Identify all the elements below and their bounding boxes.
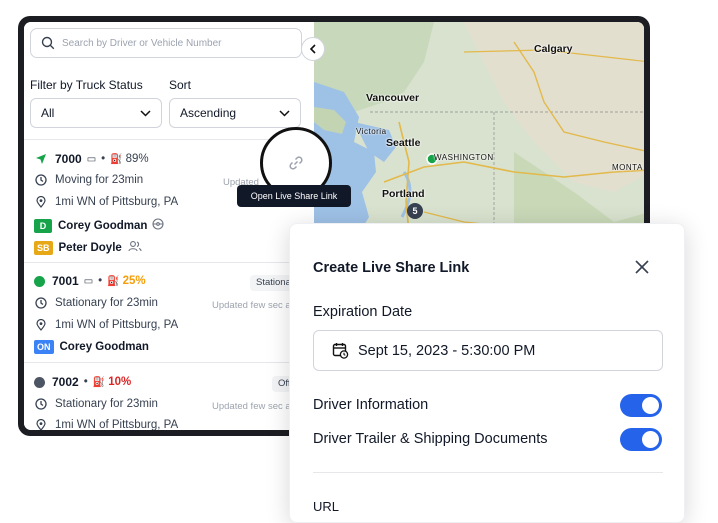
create-live-share-link-modal: Create Live Share Link Expiration Date S…	[289, 223, 685, 523]
trailer-icon: ▭	[83, 275, 94, 287]
truck-number: 7001	[52, 274, 79, 288]
truck-number: 7000	[55, 152, 82, 166]
battery-level: 10%	[108, 376, 132, 388]
chevron-down-icon	[140, 109, 151, 117]
chevron-down-icon	[279, 109, 290, 117]
battery-level: 89%	[125, 153, 149, 165]
location-pin-icon	[34, 195, 48, 209]
vehicle-location: 1mi WN of Pittsburg, PA	[55, 196, 179, 208]
sort-value: Ascending	[180, 106, 237, 120]
divider	[24, 262, 314, 263]
link-icon	[289, 156, 303, 170]
map-city-label: Portland	[382, 188, 425, 200]
vehicle-location: 1mi WN of Pittsburg, PA	[55, 419, 179, 430]
collapse-panel-button[interactable]	[301, 37, 325, 61]
updated-text: Updated few sec a	[212, 300, 291, 311]
battery-level: 25%	[122, 275, 146, 287]
vehicle-location: 1mi WN of Pittsburg, PA	[55, 319, 179, 331]
divider	[313, 472, 663, 473]
calendar-clock-icon	[332, 343, 349, 359]
clock-icon	[34, 397, 48, 411]
driver-name: Peter Doyle	[58, 241, 122, 254]
truck-status-select[interactable]: All	[30, 98, 162, 128]
map-city-label: Seattle	[386, 137, 421, 149]
expiration-date-input[interactable]: Sept 15, 2023 - 5:30:00 PM	[313, 330, 663, 371]
location-pin-icon	[34, 318, 48, 332]
url-label: URL	[313, 499, 340, 514]
search-icon	[41, 36, 55, 50]
fuel-icon: ⛽	[92, 376, 106, 388]
vehicle-status-text: Stationary for 23min	[55, 297, 158, 309]
driver-information-toggle[interactable]	[620, 394, 662, 417]
truck-status-value: All	[41, 106, 55, 120]
separator-dot: •	[98, 275, 103, 287]
map-city-label: Calgary	[534, 43, 573, 55]
map-city-label: Victoria	[356, 127, 387, 136]
driver-duty-badge: D	[34, 218, 52, 233]
driver-name: Corey Goodman	[59, 341, 149, 353]
driver-duty-badge: ON	[34, 340, 54, 354]
clock-icon	[34, 296, 48, 310]
vehicle-status-text: Stationary for 23min	[55, 398, 158, 410]
status-dot-icon	[34, 275, 45, 287]
close-icon[interactable]	[633, 258, 651, 276]
divider	[24, 362, 314, 363]
sort-select[interactable]: Ascending	[169, 98, 301, 128]
driver-information-label: Driver Information	[313, 397, 429, 413]
fuel-icon: ⛽	[110, 153, 123, 165]
search-input[interactable]: Search by Driver or Vehicle Number	[30, 28, 302, 58]
updated-text: Updated few sec ago	[212, 401, 302, 412]
navigation-arrow-icon	[34, 152, 48, 166]
expiration-date-label: Expiration Date	[313, 304, 413, 320]
trailer-shipping-docs-label: Driver Trailer & Shipping Documents	[313, 431, 548, 447]
location-pin-icon	[34, 418, 48, 430]
steering-wheel-icon	[152, 218, 165, 233]
trailer-icon: ▭	[86, 153, 97, 165]
map-region-label: WASHINGTON	[434, 153, 494, 162]
search-placeholder: Search by Driver or Vehicle Number	[62, 37, 222, 49]
driver-name: Corey Goodman	[58, 219, 148, 232]
sort-label: Sort	[169, 78, 192, 92]
driver-duty-badge: SB	[34, 240, 53, 255]
status-dot-icon	[34, 376, 45, 388]
map-city-label: Vancouver	[366, 92, 420, 104]
truck-number: 7002	[52, 375, 79, 389]
co-driver-icon	[128, 240, 142, 255]
separator-dot: •	[101, 153, 106, 165]
tooltip: Open Live Share Link	[237, 185, 351, 207]
fuel-icon: ⛽	[107, 275, 120, 287]
vehicle-cluster-count[interactable]: 5	[407, 203, 423, 219]
truck-status-filter-label: Filter by Truck Status	[30, 78, 143, 92]
expiration-date-value: Sept 15, 2023 - 5:30:00 PM	[358, 342, 536, 359]
map-region-label: MONTA	[612, 163, 643, 172]
chevron-left-icon	[309, 44, 316, 54]
vehicle-list-panel: Search by Driver or Vehicle Number Filte…	[24, 22, 314, 430]
modal-title: Create Live Share Link	[313, 260, 470, 276]
trailer-shipping-docs-toggle[interactable]	[620, 428, 662, 451]
vehicle-status-text: Moving for 23min	[55, 174, 144, 186]
clock-icon	[34, 173, 48, 187]
separator-dot: •	[83, 376, 88, 388]
